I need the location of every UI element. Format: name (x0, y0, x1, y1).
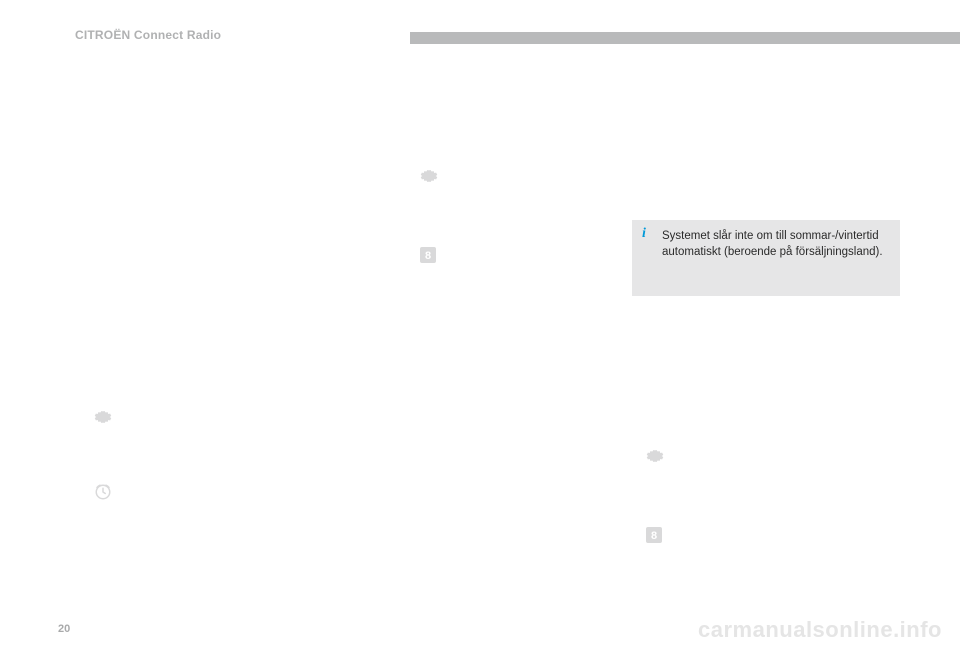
svg-text:8: 8 (425, 250, 431, 262)
info-icon: i (642, 226, 646, 242)
watermark: carmanualsonline.info (698, 617, 942, 643)
info-callout: i Systemet slår inte om till sommar-/vin… (632, 220, 900, 296)
box8-icon: 8 (420, 247, 436, 263)
page-number: 20 (58, 623, 70, 635)
svg-text:8: 8 (651, 530, 657, 542)
clock-icon (94, 483, 112, 501)
gear-icon (420, 167, 438, 185)
box8-icon: 8 (646, 527, 662, 543)
info-text: Systemet slår inte om till sommar-/vinte… (662, 228, 890, 260)
header-title: CITROËN Connect Radio (75, 28, 221, 42)
header-rule (410, 32, 960, 44)
gear-icon (94, 408, 112, 426)
gear-icon (646, 447, 664, 465)
